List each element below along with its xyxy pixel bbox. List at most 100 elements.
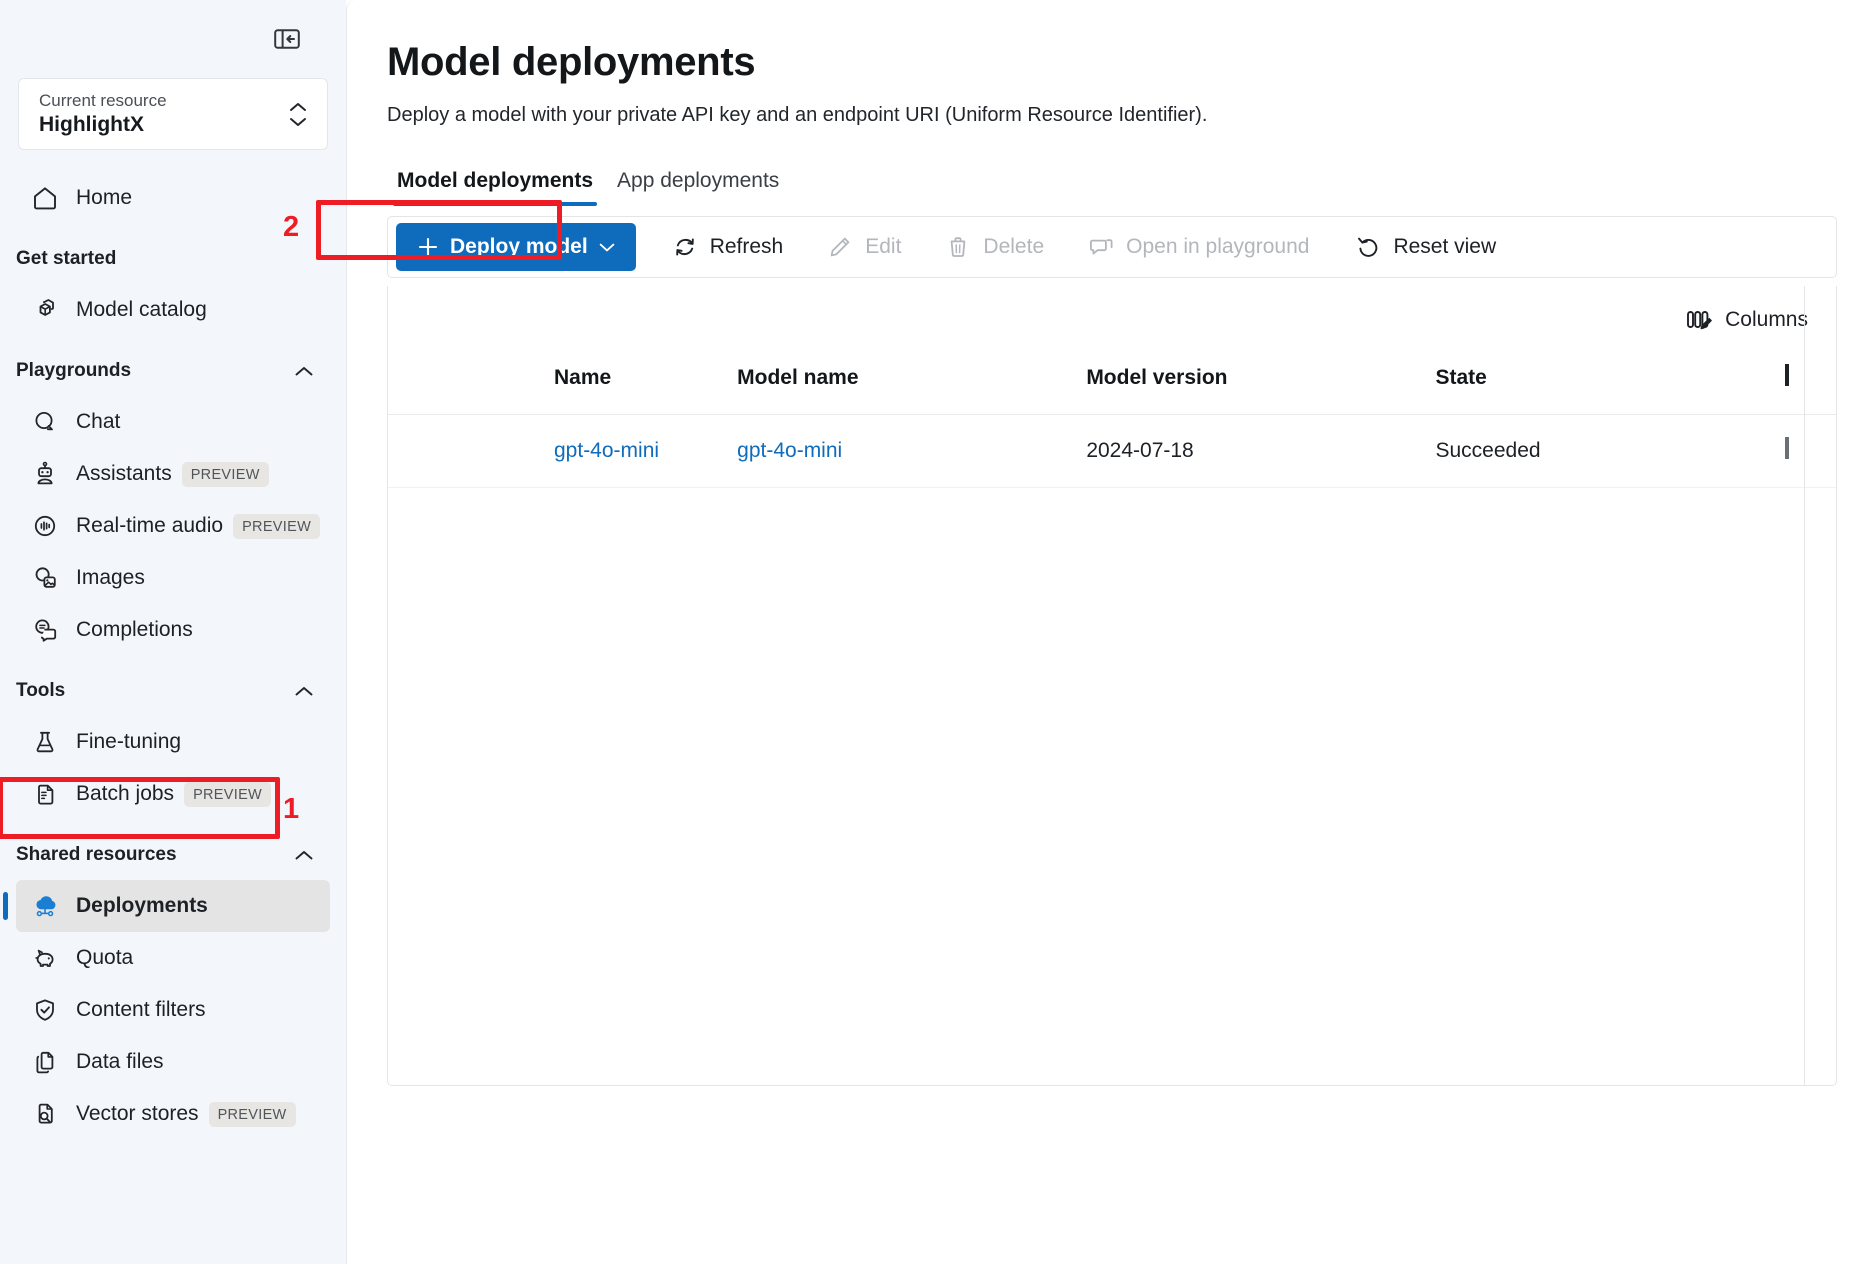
- table-row[interactable]: gpt-4o-mini gpt-4o-mini 2024-07-18 Succe…: [388, 414, 1836, 488]
- columns-button[interactable]: Columns: [1673, 299, 1820, 341]
- sidebar: Current resource HighlightX Home Get sta…: [0, 0, 346, 1264]
- truncated-column-mark: [1784, 364, 1789, 386]
- deployments-table: Name Model name Model version State gpt-…: [388, 354, 1836, 488]
- sidebar-item-label: Completions: [76, 618, 193, 641]
- sidebar-item-label: Chat: [76, 410, 121, 433]
- deployment-name-link[interactable]: gpt-4o-mini: [554, 439, 659, 462]
- sidebar-item-chat[interactable]: Chat: [16, 396, 330, 448]
- chevron-up-down-icon: [287, 102, 309, 127]
- page-subtitle: Deploy a model with your private API key…: [387, 104, 1208, 126]
- columns-label: Columns: [1725, 308, 1808, 331]
- sidebar-item-model-catalog[interactable]: Model catalog: [16, 284, 330, 336]
- sidebar-item-quota[interactable]: Quota: [16, 932, 330, 984]
- sidebar-item-label: Vector stores: [76, 1102, 199, 1125]
- edit-label: Edit: [865, 235, 902, 258]
- columns-row: Columns: [388, 286, 1836, 354]
- piggy-bank-icon: [30, 943, 60, 973]
- sidebar-item-label: Model catalog: [76, 298, 207, 321]
- sidebar-group-title: Playgrounds: [16, 360, 132, 381]
- truncated-cell-mark: [1784, 437, 1789, 459]
- sidebar-item-fine-tuning[interactable]: Fine-tuning: [16, 716, 330, 768]
- table-head: Name Model name Model version State: [388, 354, 1836, 415]
- trash-icon: [945, 234, 971, 260]
- tab-model-deployments[interactable]: Model deployments: [387, 168, 603, 206]
- sidebar-group-shared-resources[interactable]: Shared resources: [16, 830, 330, 880]
- tab-app-deployments[interactable]: App deployments: [607, 168, 789, 206]
- chat-icon: [30, 407, 60, 437]
- table-right-divider: [1804, 286, 1805, 1085]
- refresh-button[interactable]: Refresh: [658, 224, 798, 270]
- audio-wave-icon: [30, 511, 60, 541]
- current-resource-selector[interactable]: Current resource HighlightX: [18, 78, 328, 150]
- sidebar-item-images[interactable]: Images: [16, 552, 330, 604]
- model-name-link[interactable]: gpt-4o-mini: [737, 439, 842, 462]
- sidebar-item-completions[interactable]: Completions: [16, 604, 330, 656]
- sidebar-item-home[interactable]: Home: [16, 172, 330, 224]
- current-resource-value: HighlightX: [39, 113, 144, 136]
- plus-icon: [416, 235, 440, 259]
- cell-state: Succeeded: [1435, 414, 1785, 488]
- refresh-label: Refresh: [709, 235, 784, 258]
- sidebar-item-label: Data files: [76, 1050, 164, 1073]
- current-resource-label: Current resource: [39, 91, 167, 110]
- sidebar-group-title: Shared resources: [16, 844, 177, 865]
- image-chat-icon: [30, 563, 60, 593]
- open-in-playground-label: Open in playground: [1126, 235, 1310, 258]
- refresh-icon: [672, 234, 698, 260]
- documents-icon: [30, 1047, 60, 1077]
- sidebar-item-content-filters[interactable]: Content filters: [16, 984, 330, 1036]
- chevron-up-icon: [294, 365, 314, 377]
- sidebar-item-label: Deployments: [76, 894, 208, 917]
- sidebar-nav: Home Get started Model catalog Playgroun…: [0, 172, 346, 1140]
- sidebar-item-real-time-audio[interactable]: Real-time audio PREVIEW: [16, 500, 330, 552]
- column-header-name[interactable]: Name: [388, 354, 738, 415]
- deployments-table-card: Columns Name Model name Model version St…: [387, 286, 1837, 1086]
- edit-button[interactable]: Edit: [813, 224, 915, 270]
- flask-icon: [30, 727, 60, 757]
- delete-label: Delete: [983, 235, 1045, 258]
- main-inner: Model deployments Deploy a model with yo…: [347, 0, 1876, 1086]
- column-header-model-name[interactable]: Model name: [737, 354, 1087, 415]
- sidebar-item-data-files[interactable]: Data files: [16, 1036, 330, 1088]
- shield-check-icon: [30, 995, 60, 1025]
- sidebar-item-label: Home: [76, 186, 133, 209]
- sidebar-item-vector-stores[interactable]: Vector stores PREVIEW: [16, 1088, 330, 1140]
- playground-icon: [1088, 234, 1114, 260]
- sidebar-group-tools[interactable]: Tools: [16, 666, 330, 716]
- sidebar-group-title: Tools: [16, 680, 66, 701]
- delete-button[interactable]: Delete: [931, 224, 1058, 270]
- reset-arrow-icon: [1355, 234, 1381, 260]
- sidebar-item-label: Real-time audio: [76, 514, 224, 537]
- sidebar-item-label: Assistants: [76, 462, 172, 485]
- sidebar-item-batch-jobs[interactable]: Batch jobs PREVIEW: [16, 768, 330, 820]
- cell-truncated: [1784, 414, 1836, 488]
- main-content: Model deployments Deploy a model with yo…: [346, 0, 1876, 1264]
- tab-bar: Model deployments App deployments: [387, 158, 1876, 206]
- page-title: Model deployments: [387, 40, 756, 84]
- open-in-playground-button[interactable]: Open in playground: [1074, 224, 1323, 270]
- sidebar-group-get-started: Get started: [16, 234, 330, 284]
- table-header-row: Name Model name Model version State: [388, 354, 1836, 415]
- doc-search-icon: [30, 1099, 60, 1129]
- preview-badge: PREVIEW: [184, 781, 272, 807]
- panel-collapse-icon[interactable]: [270, 24, 304, 54]
- column-header-model-version[interactable]: Model version: [1086, 354, 1436, 415]
- deploy-model-button[interactable]: Deploy model: [396, 223, 636, 271]
- sidebar-item-label: Content filters: [76, 998, 206, 1021]
- home-icon: [30, 183, 60, 213]
- sidebar-item-assistants[interactable]: Assistants PREVIEW: [16, 448, 330, 500]
- pencil-icon: [827, 234, 853, 260]
- sidebar-collapse-row: [0, 0, 346, 78]
- sidebar-item-label: Batch jobs: [76, 782, 175, 805]
- reset-view-button[interactable]: Reset view: [1341, 224, 1510, 270]
- batch-doc-icon: [30, 779, 60, 809]
- sidebar-item-deployments[interactable]: Deployments: [3, 880, 330, 932]
- table-body: gpt-4o-mini gpt-4o-mini 2024-07-18 Succe…: [388, 414, 1836, 488]
- sidebar-item-label: Images: [76, 566, 145, 589]
- column-header-state[interactable]: State: [1435, 354, 1785, 415]
- sidebar-group-playgrounds[interactable]: Playgrounds: [16, 346, 330, 396]
- cell-name: gpt-4o-mini: [388, 414, 738, 488]
- chevron-up-icon: [294, 685, 314, 697]
- chevron-down-icon: [598, 241, 616, 253]
- completions-icon: [30, 615, 60, 645]
